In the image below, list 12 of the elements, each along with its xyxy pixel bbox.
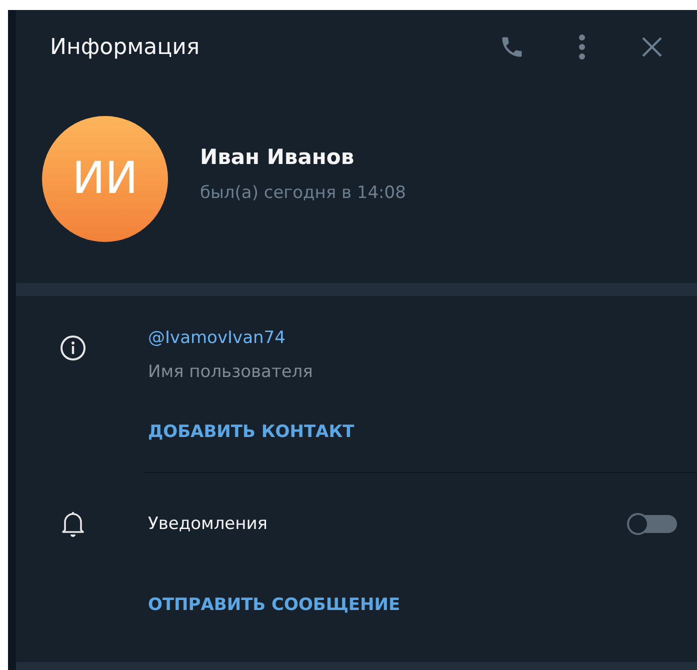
username-label: Имя пользователя	[148, 362, 314, 382]
send-message-button[interactable]: ОТПРАВИТЬ СООБЩЕНИЕ	[148, 595, 400, 615]
info-icon	[60, 335, 86, 361]
username-link[interactable]: @IvamovIvan74	[148, 328, 286, 348]
avatar: ИИ	[42, 116, 168, 242]
panel-title: Информация	[50, 34, 201, 60]
last-seen-status: был(а) сегодня в 14:08	[200, 182, 406, 202]
notifications-toggle[interactable]	[627, 514, 677, 534]
bell-icon	[61, 510, 85, 538]
contact-name: Иван Иванов	[200, 144, 356, 168]
notifications-label: Уведомления	[148, 514, 269, 534]
add-contact-button[interactable]: ДОБАВИТЬ КОНТАКТ	[148, 422, 354, 442]
